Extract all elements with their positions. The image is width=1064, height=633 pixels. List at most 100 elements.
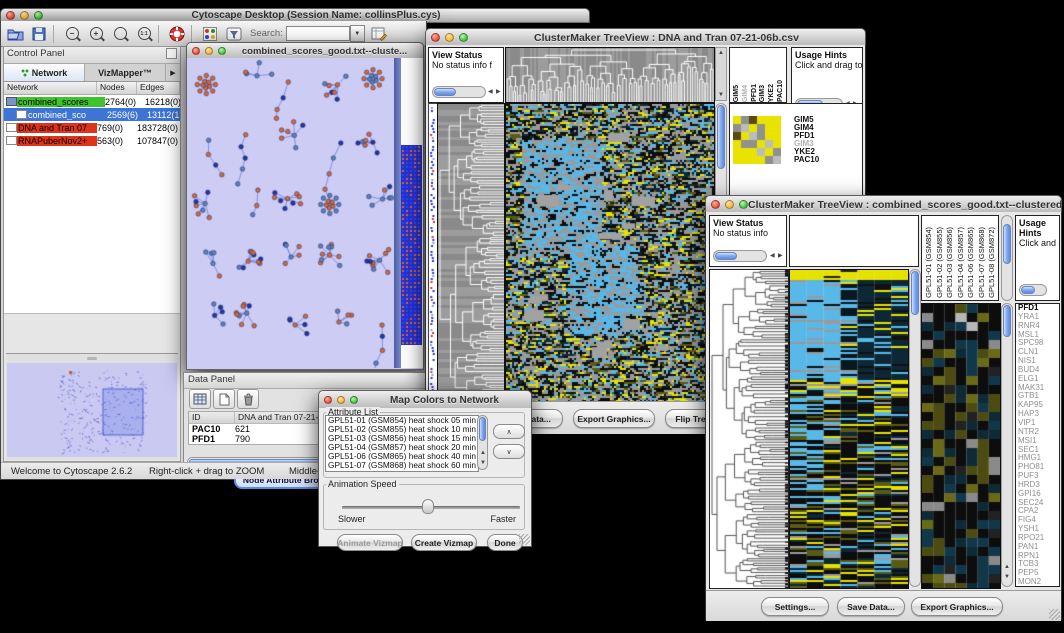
network-table-row[interactable]: combined_sco 2569(6) 13112(15) — [4, 108, 180, 121]
similarity-matrix-canvas[interactable] — [733, 116, 781, 164]
delete-attribute-icon[interactable] — [237, 389, 259, 409]
network-table-row[interactable]: RNAPuberNov2+ 563(0) 107847(0) — [4, 134, 180, 147]
row-dendrogram-canvas[interactable] — [709, 269, 789, 589]
zoom-window-icon[interactable] — [218, 47, 226, 55]
float-panel-icon[interactable] — [166, 48, 177, 59]
network-table-row[interactable]: DNA and Tran 07 769(0) 183728(0) — [4, 121, 180, 134]
heatmap-canvas[interactable] — [505, 103, 715, 403]
zoom-window-icon[interactable] — [350, 396, 358, 404]
scroll-up-icon[interactable]: ▲ — [480, 450, 486, 456]
scroll-down-icon[interactable]: ▼ — [1004, 574, 1010, 580]
zoom-window-icon[interactable] — [34, 11, 43, 20]
create-vizmap-button[interactable]: Create Vizmap — [411, 534, 477, 551]
attribute-list-item[interactable]: GPL51-07 (GSM868) heat shock 60 min — [326, 461, 478, 470]
tab-overflow-arrow[interactable]: ▶ — [166, 64, 180, 81]
export-graphics-button[interactable]: Export Graphics... — [573, 409, 655, 428]
network-canvas-area — [186, 58, 424, 370]
network-table-row[interactable]: combined_scores 2764(0) 16218(0) — [4, 95, 180, 108]
resize-grip[interactable] — [1049, 609, 1060, 620]
scroll-down-icon[interactable]: ▼ — [480, 460, 486, 466]
minimize-icon[interactable] — [20, 11, 29, 20]
move-down-button[interactable]: ∨ — [493, 444, 525, 459]
detail-heatmap-canvas[interactable] — [921, 303, 1001, 589]
column-scrollbar[interactable]: ▲ ▼ — [715, 47, 727, 101]
done-button[interactable]: Done — [487, 534, 523, 551]
scroll-down-icon[interactable]: ▼ — [718, 92, 724, 98]
filter-icon[interactable] — [224, 24, 244, 43]
close-icon[interactable] — [6, 11, 15, 20]
minimize-icon[interactable] — [725, 200, 734, 209]
zoom-out-icon[interactable]: − — [62, 24, 82, 43]
new-attribute-icon[interactable] — [213, 389, 235, 409]
search-dropdown-icon[interactable]: ▼ — [350, 25, 365, 42]
close-icon[interactable] — [324, 396, 332, 404]
scroll-up-icon[interactable]: ▲ — [718, 50, 724, 56]
heatmap-canvas[interactable] — [789, 269, 909, 589]
array-column-label[interactable]: PAC10 — [777, 80, 786, 102]
minimize-icon[interactable] — [205, 47, 213, 55]
array-column-label[interactable]: GPL51-01 (GSM854) — [924, 227, 935, 298]
network-graph-canvas[interactable] — [188, 58, 394, 368]
attribute-editor-icon[interactable] — [369, 24, 389, 43]
array-column-label[interactable]: GPL51-06 (GSM865) — [966, 227, 977, 298]
array-column-label[interactable]: GIM3 — [759, 85, 768, 102]
scroll-up-icon[interactable]: ▲ — [1004, 564, 1010, 570]
array-column-label[interactable]: GPL51-03 (GSM856) — [945, 227, 956, 298]
zoom-window-icon[interactable] — [739, 200, 748, 209]
scroll-left-icon[interactable]: ◀ — [770, 253, 775, 259]
attribute-list-vscrollbar[interactable]: ▲ ▼ — [477, 415, 488, 470]
array-column-label[interactable]: GIM5 — [733, 85, 742, 102]
help-lifesaver-icon[interactable] — [167, 24, 187, 43]
tab-vizmapper[interactable]: VizMapper™ — [85, 64, 166, 81]
usage-hints-hscrollbar[interactable] — [1019, 284, 1047, 296]
settings-button[interactable]: Settings... — [761, 597, 829, 616]
network-overview-canvas[interactable] — [7, 363, 177, 457]
open-file-icon[interactable] — [5, 24, 25, 43]
search-input[interactable] — [286, 26, 350, 41]
tab-network[interactable]: Network — [4, 64, 85, 81]
scroll-left-icon[interactable]: ◀ — [488, 89, 493, 95]
column-labels-vscrollbar[interactable] — [1001, 215, 1013, 301]
slider-thumb-icon[interactable] — [422, 499, 434, 514]
dense-network-canvas[interactable] — [401, 145, 422, 345]
array-column-label[interactable]: GPL51-02 (GSM855) — [935, 227, 946, 298]
minimize-icon[interactable] — [445, 33, 454, 42]
splitter-handle[interactable] — [87, 357, 97, 360]
array-column-label[interactable]: GPL51-07 (GSM868) — [977, 227, 988, 298]
heatmap-vscrollbar[interactable] — [909, 269, 921, 587]
zoom-selected-icon[interactable] — [110, 24, 130, 43]
zoom-in-icon[interactable]: + — [86, 24, 106, 43]
array-column-label[interactable]: GIM4 — [742, 85, 751, 102]
network-divider[interactable] — [394, 58, 401, 368]
array-column-label[interactable]: YKE2 — [768, 84, 777, 102]
zoom-window-icon[interactable] — [459, 33, 468, 42]
row-dendrogram-canvas[interactable] — [437, 103, 505, 403]
close-icon[interactable] — [192, 47, 200, 55]
column-dendrogram-area[interactable] — [789, 215, 919, 267]
column-dendrogram-canvas[interactable] — [505, 47, 715, 103]
save-icon[interactable] — [29, 24, 49, 43]
array-column-label[interactable]: GPL51-08 (GSM872) — [987, 227, 998, 298]
vizmapper-icon[interactable] — [200, 24, 220, 43]
export-graphics-button[interactable]: Export Graphics... — [911, 597, 1003, 616]
array-column-label[interactable]: GPL51-04 (GSM857) — [956, 227, 967, 298]
close-icon[interactable] — [711, 200, 720, 209]
animation-speed-group: Slower Faster — [323, 484, 525, 530]
detail-vscrollbar[interactable]: ▲ ▼ — [1001, 303, 1013, 587]
select-attributes-icon[interactable] — [189, 389, 211, 409]
move-up-button[interactable]: ∧ — [493, 424, 525, 439]
resize-grip[interactable] — [519, 534, 530, 545]
network-window-title: combined_scores_good.txt--cluste... — [226, 46, 423, 57]
matrix-row-label[interactable]: PAC10 — [794, 156, 819, 164]
scroll-right-icon[interactable]: ▶ — [496, 89, 501, 95]
view-status-hscrollbar[interactable] — [713, 250, 767, 262]
scroll-right-icon[interactable]: ▶ — [778, 253, 783, 259]
animate-vizmap-button[interactable]: Animate Vizmap — [337, 534, 403, 551]
column-header-id[interactable]: ID — [189, 412, 235, 423]
close-icon[interactable] — [431, 33, 440, 42]
gene-label[interactable]: MON2 — [1016, 578, 1059, 587]
minimize-icon[interactable] — [337, 396, 345, 404]
zoom-fit-icon[interactable]: 1:1 — [134, 24, 154, 43]
view-status-hscrollbar[interactable] — [432, 86, 486, 98]
save-data-button[interactable]: Save Data... — [837, 597, 905, 616]
